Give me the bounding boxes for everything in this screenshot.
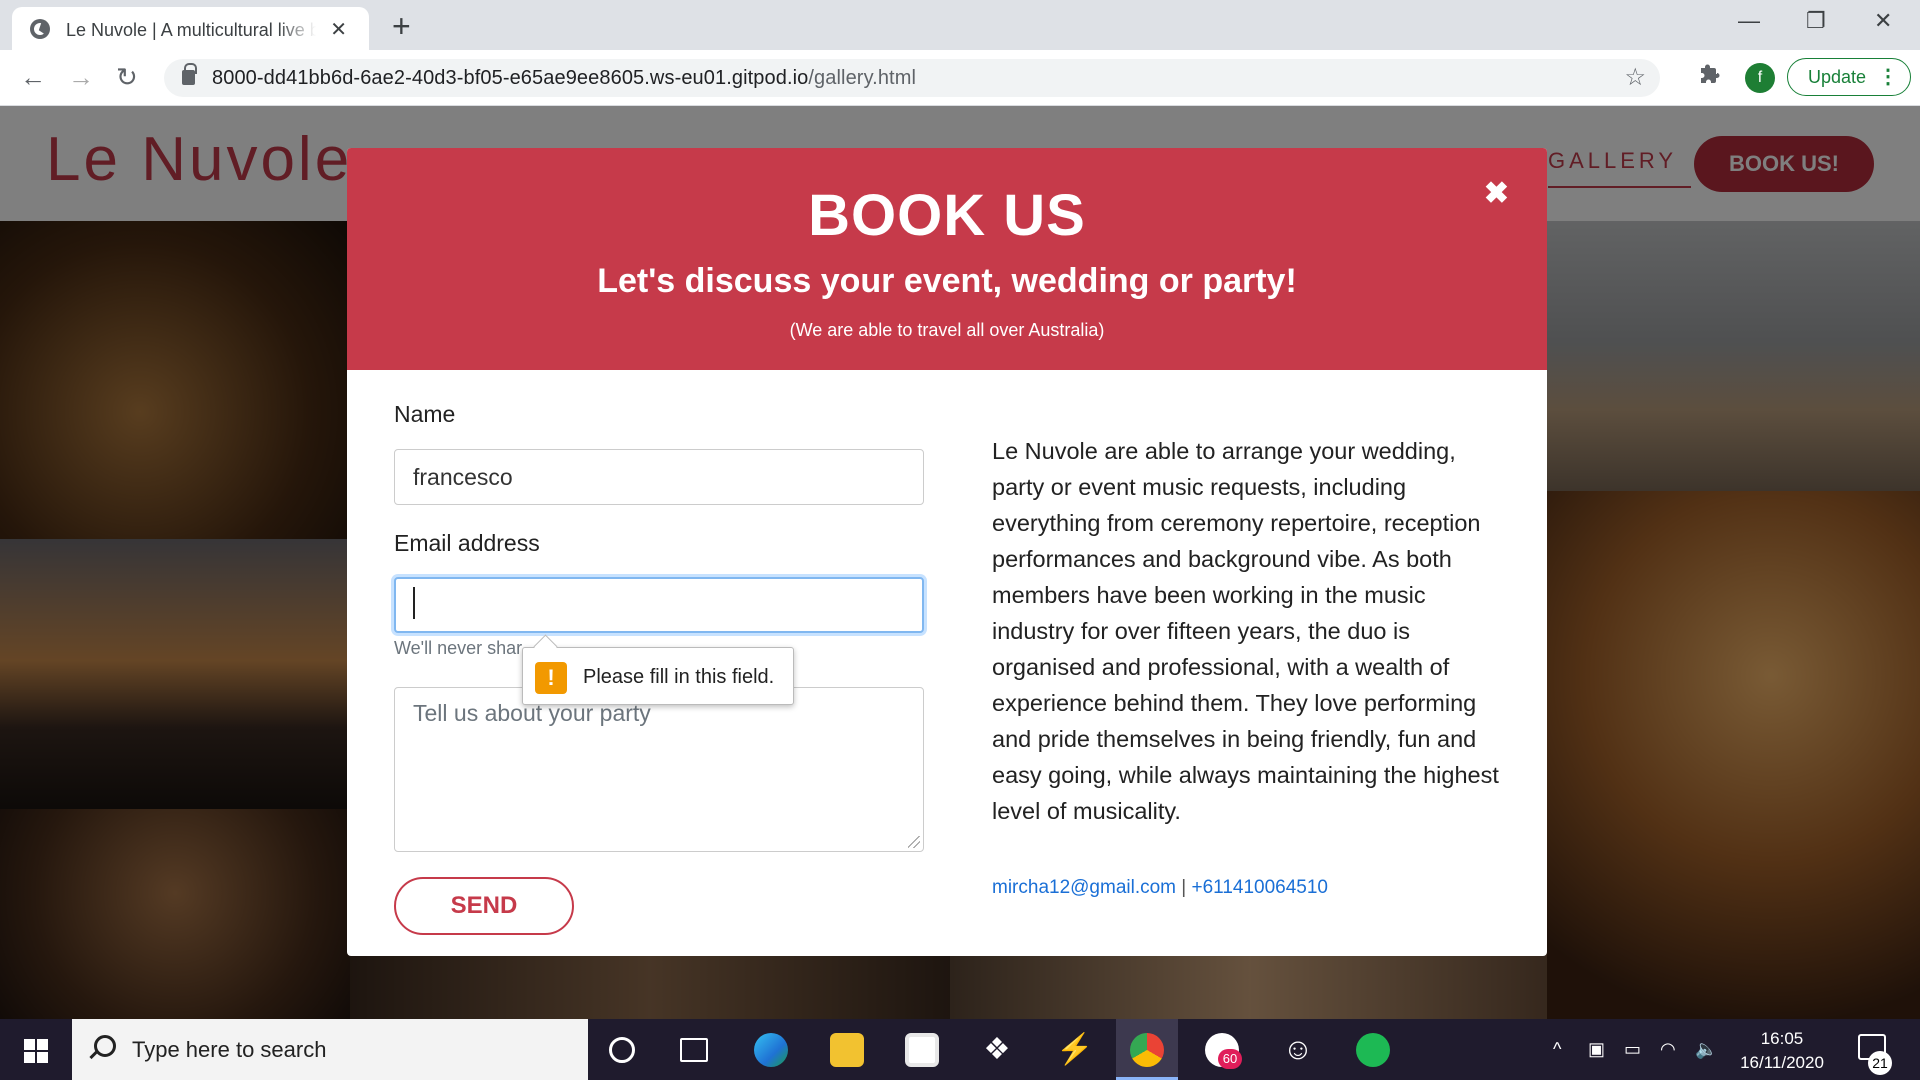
party-message-field[interactable]: Tell us about your party	[394, 687, 924, 852]
tab-title: Le Nuvole | A multicultural live band	[66, 20, 316, 40]
task-view-icon[interactable]	[680, 1038, 708, 1062]
email-help-text: We'll never shar	[394, 638, 523, 658]
close-icon[interactable]: ✖	[1484, 176, 1509, 211]
modal-title: BOOK US	[808, 183, 1086, 248]
contact-separator: |	[1176, 877, 1192, 898]
file-explorer-icon[interactable]	[830, 1033, 864, 1067]
validation-tooltip: ! Please fill in this field.	[522, 647, 794, 705]
new-tab-button[interactable]: +	[392, 8, 411, 45]
globe-icon	[30, 19, 50, 39]
name-label: Name	[394, 401, 456, 427]
battery-icon[interactable]: ▭	[1624, 1039, 1641, 1060]
modal-subtitle: Let's discuss your event, wedding or par…	[597, 262, 1297, 300]
menu-dots-icon[interactable]: ⋮	[1878, 59, 1898, 95]
search-icon	[94, 1035, 116, 1057]
edge-icon[interactable]	[754, 1033, 788, 1067]
chrome-icon[interactable]	[1130, 1033, 1164, 1067]
cortana-icon[interactable]	[609, 1037, 635, 1063]
text-caret	[413, 587, 415, 619]
resize-handle-icon[interactable]	[908, 836, 920, 848]
app-icon[interactable]: ⚡	[1056, 1033, 1093, 1067]
update-button[interactable]: Update ⋮	[1787, 58, 1911, 96]
browser-tab[interactable]: Le Nuvole | A multicultural live band ✕	[12, 7, 369, 50]
close-window-icon[interactable]: ✕	[1874, 8, 1892, 34]
store-icon[interactable]	[905, 1033, 939, 1067]
clock[interactable]: 16:05 16/11/2020	[1736, 1027, 1828, 1075]
web-page: Le Nuvole GALLERY BOOK US! BOOK US Let's…	[0, 106, 1920, 1019]
browser-tab-strip: Le Nuvole | A multicultural live band ✕ …	[0, 0, 1920, 50]
notification-count: 21	[1868, 1051, 1892, 1075]
clock-date: 16/11/2020	[1740, 1053, 1824, 1072]
warning-icon: !	[535, 662, 567, 694]
chevron-up-icon[interactable]: ^	[1553, 1039, 1561, 1060]
reload-icon[interactable]: ↻	[116, 62, 138, 93]
about-text: Le Nuvole are able to arrange your weddi…	[992, 438, 1499, 824]
validation-message: Please fill in this field.	[583, 666, 775, 688]
minimize-icon[interactable]: —	[1738, 8, 1760, 34]
lock-icon	[182, 63, 197, 85]
wifi-icon[interactable]: ◠	[1660, 1039, 1676, 1060]
windows-start-icon[interactable]	[24, 1039, 48, 1063]
restore-icon[interactable]: ❐	[1806, 8, 1826, 34]
phone-link[interactable]: +611410064510	[1192, 877, 1329, 898]
search-placeholder: Type here to search	[132, 1037, 327, 1062]
modal-header: BOOK US Let's discuss your event, weddin…	[347, 148, 1547, 370]
spotify-icon[interactable]	[1356, 1033, 1390, 1067]
close-tab-icon[interactable]: ✕	[330, 17, 347, 42]
profile-avatar[interactable]: f	[1745, 63, 1775, 93]
url-text: 8000-dd41bb6d-6ae2-40d3-bf05-e65ae9ee860…	[212, 67, 917, 89]
bookmark-star-icon[interactable]: ☆	[1624, 63, 1646, 92]
network-icon[interactable]: ▣	[1588, 1039, 1605, 1060]
email-link[interactable]: mircha12@gmail.com	[992, 877, 1176, 898]
browser-toolbar: ← → ↻ 8000-dd41bb6d-6ae2-40d3-bf05-e65ae…	[0, 50, 1920, 106]
taskbar-search[interactable]: Type here to search	[72, 1019, 588, 1080]
back-icon[interactable]: ←	[20, 62, 46, 93]
email-field[interactable]	[394, 577, 924, 633]
modal-note: (We are able to travel all over Australi…	[789, 320, 1105, 340]
name-field[interactable]: francesco	[394, 449, 924, 505]
send-button[interactable]: SEND	[394, 877, 574, 935]
forward-icon[interactable]: →	[68, 62, 94, 93]
volume-icon[interactable]: 🔈	[1695, 1039, 1717, 1060]
book-us-modal: BOOK US Let's discuss your event, weddin…	[347, 148, 1547, 956]
extensions-icon[interactable]	[1697, 63, 1721, 87]
email-label: Email address	[394, 530, 540, 556]
slack-badge: 60	[1218, 1049, 1242, 1069]
contact-line: mircha12@gmail.com | +611410064510	[992, 877, 1328, 899]
clock-time: 16:05	[1760, 1029, 1804, 1048]
dropbox-icon[interactable]: ❖	[980, 1033, 1014, 1067]
smiley-icon[interactable]: ☺	[1281, 1033, 1315, 1067]
address-bar[interactable]: 8000-dd41bb6d-6ae2-40d3-bf05-e65ae9ee860…	[164, 59, 1660, 97]
windows-taskbar: Type here to search ❖ ⚡ 60 ☺ ^ ▣ ▭ ◠ 🔈 1…	[0, 1019, 1920, 1080]
